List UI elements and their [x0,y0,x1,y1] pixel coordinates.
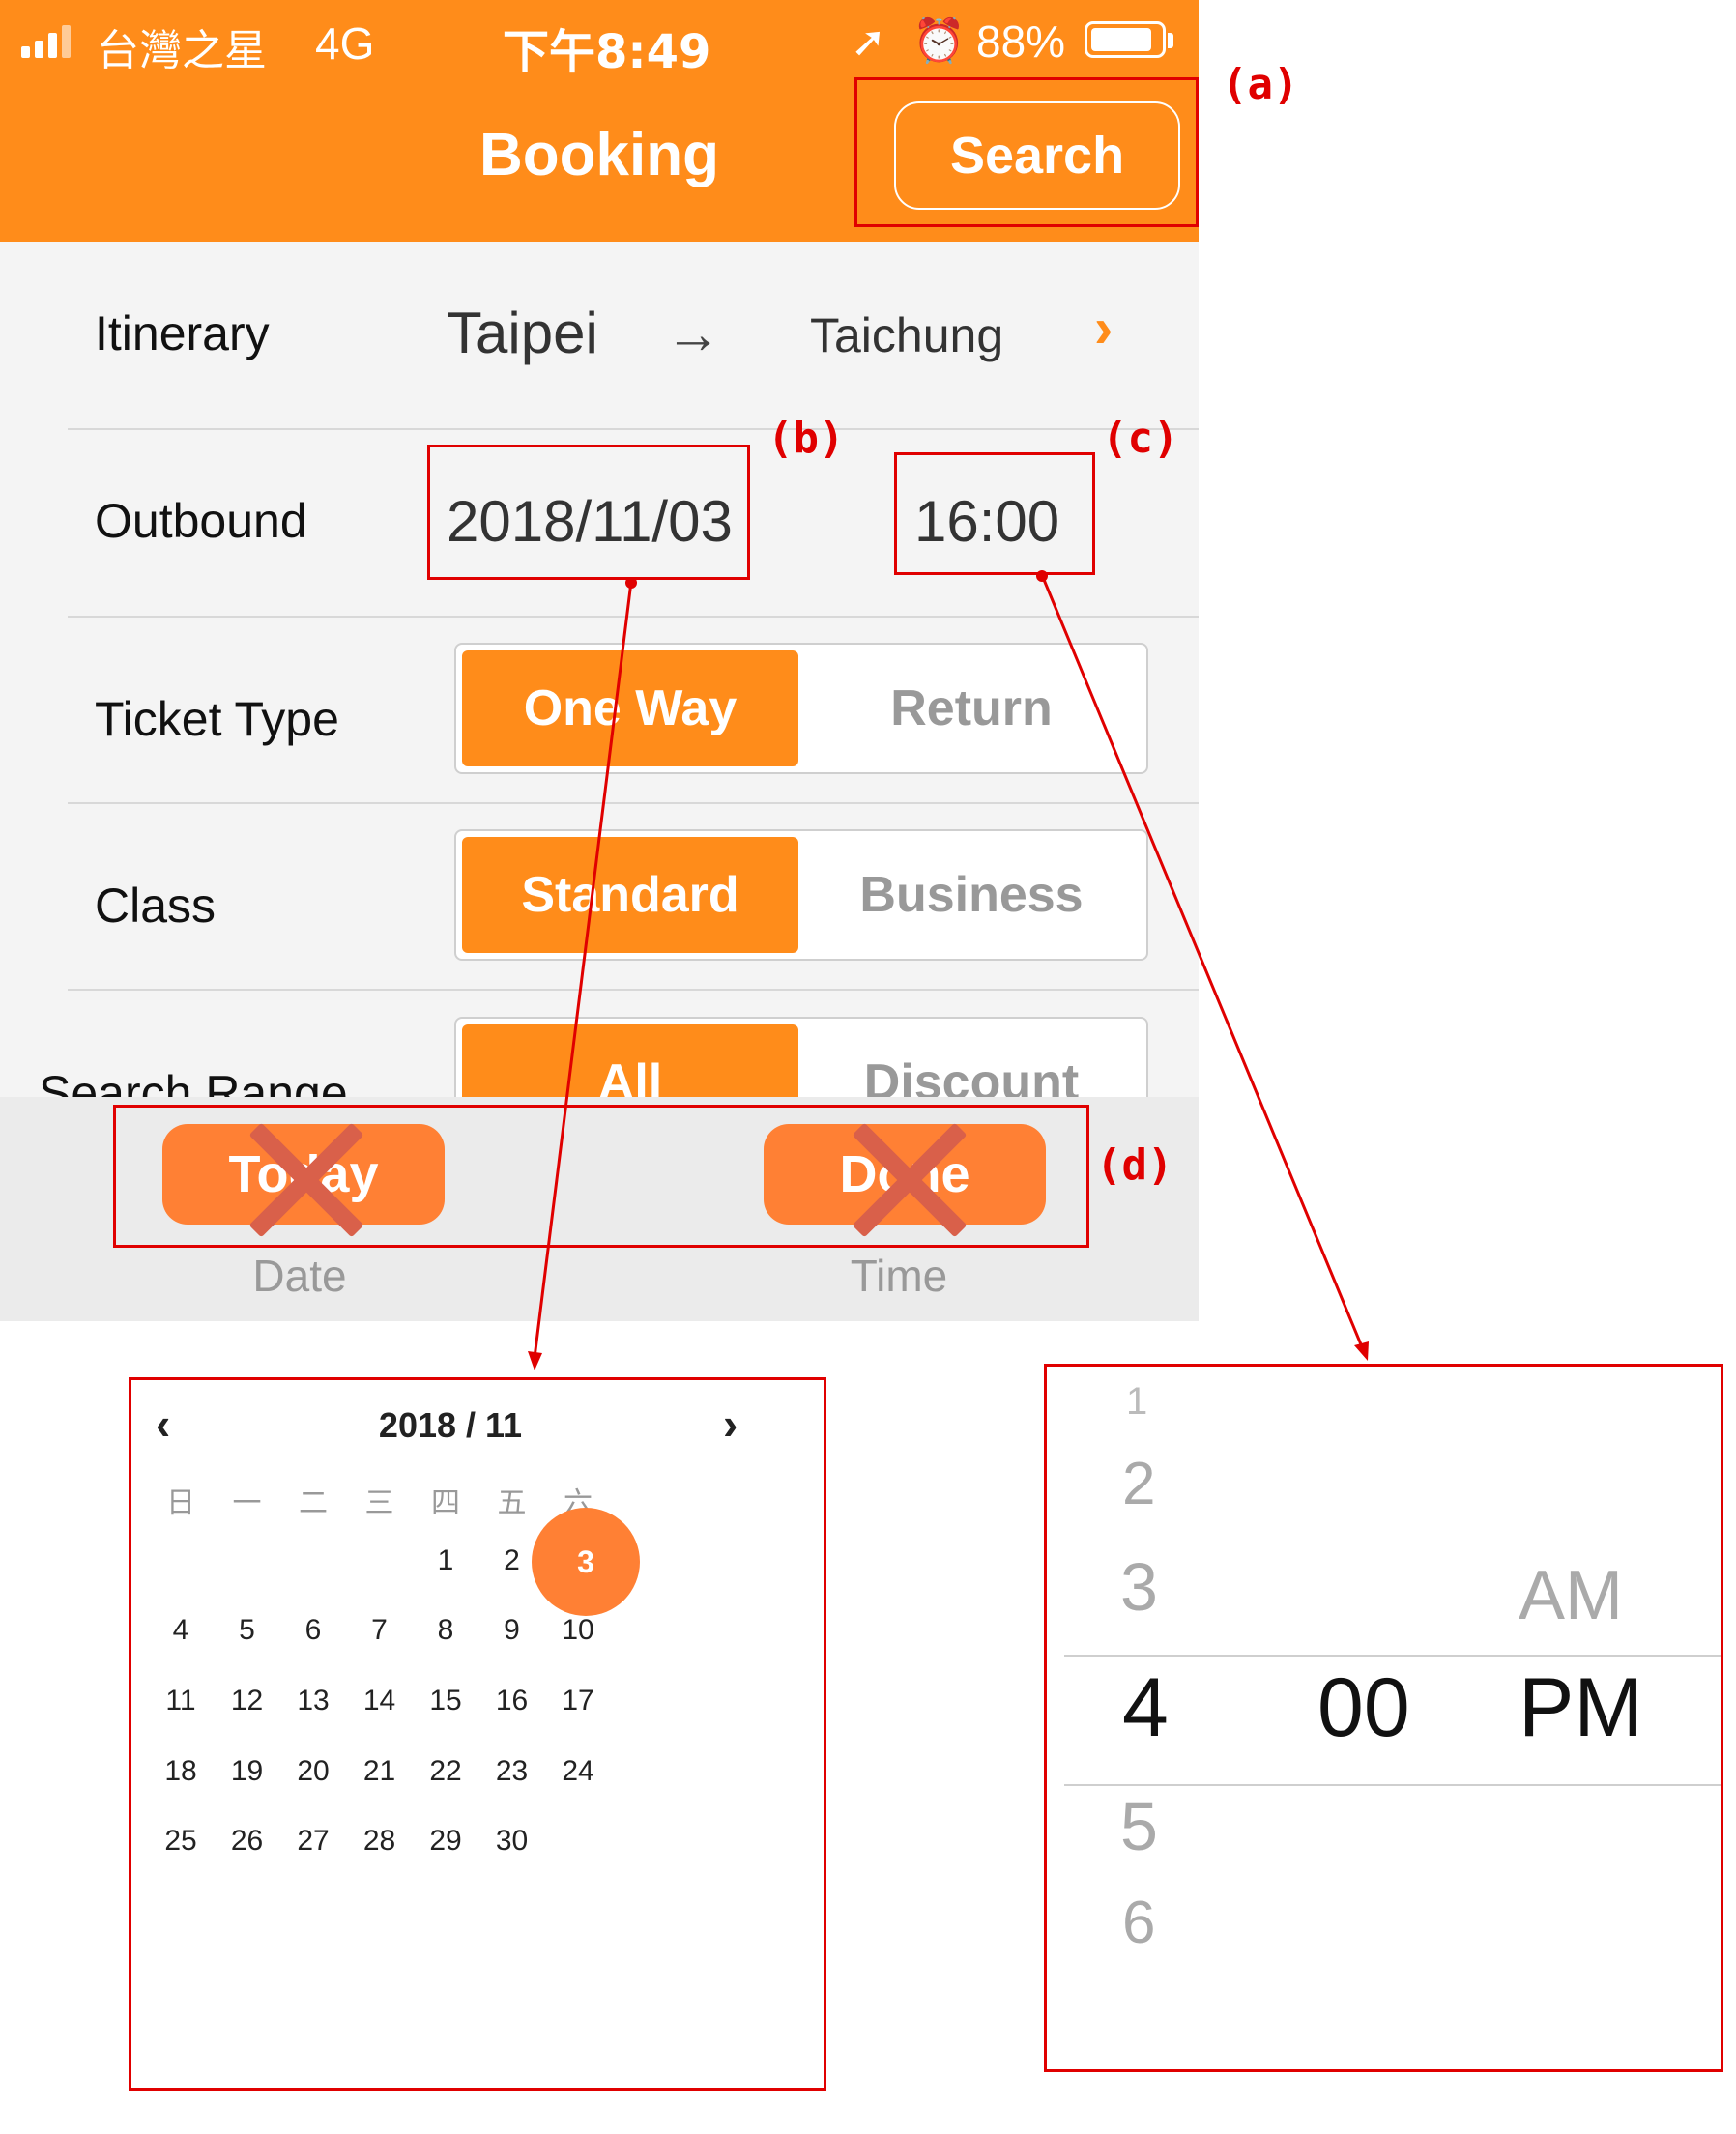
calendar-day[interactable]: 8 [412,1614,479,1647]
itinerary-from[interactable]: Taipei [447,300,598,366]
alarm-icon: ⏰ [912,17,966,65]
calendar-day[interactable]: 6 [279,1614,347,1647]
calendar-day[interactable]: 12 [214,1685,281,1717]
signal-icon [21,23,71,58]
annotation-label-d: (d) [1096,1140,1173,1190]
calendar-day[interactable]: 11 [147,1685,215,1717]
booking-form: Itinerary Taipei → Taichung › Outbound 2… [0,242,1199,1097]
calendar-grid: 日一二三四五六 1 2 3 4 5 6 7 8 9 10 11 12 13 14 15 16 17 18 19 20 21… [131,1380,829,2093]
calendar-day[interactable]: 22 [412,1755,479,1788]
time-ampm-selected[interactable]: PM [1519,1660,1643,1756]
calendar-day[interactable]: 25 [147,1825,215,1858]
calendar-day[interactable]: 15 [412,1685,479,1717]
time-hour-option[interactable]: 3 [1120,1548,1158,1626]
divider [68,989,1199,991]
time-tab-label[interactable]: Time [754,1250,1044,1302]
location-icon: ➚ [851,18,886,66]
time-picker: 1 2 3 AM 4 00 PM 5 6 [1044,1364,1723,2072]
battery-tip [1168,33,1173,48]
date-tab-label[interactable]: Date [155,1250,445,1302]
battery-percent: 88% [976,16,1066,67]
calendar-day[interactable]: 28 [346,1825,414,1858]
calendar-weekday-header: 二 [299,1486,328,1520]
calendar-day[interactable]: 18 [147,1755,215,1788]
search-range-segmented-control: All Discount [454,1017,1148,1097]
segment-discount[interactable]: Discount [802,1024,1141,1097]
calendar-day[interactable]: 13 [279,1685,347,1717]
divider [68,616,1199,618]
calendar-day[interactable]: 7 [346,1614,414,1647]
class-label: Class [95,879,217,933]
calendar-day[interactable]: 1 [412,1544,479,1577]
segment-all[interactable]: All [462,1024,798,1097]
calendar-day[interactable]: 30 [478,1825,546,1858]
annotation-box-b [427,445,750,580]
calendar-day[interactable]: 24 [544,1755,612,1788]
calendar-day[interactable]: 4 [147,1614,215,1647]
picker-selection-line [1064,1784,1721,1786]
calendar-weekday-header: 一 [232,1486,262,1520]
calendar-day[interactable]: 23 [478,1755,546,1788]
ticket-type-label: Ticket Type [95,692,339,746]
picker-selection-line [1064,1655,1721,1657]
segment-standard[interactable]: Standard [462,837,798,953]
time-hour-option[interactable]: 6 [1122,1889,1155,1957]
calendar-day[interactable]: 5 [214,1614,281,1647]
outbound-label: Outbound [95,494,307,548]
calendar-day[interactable]: 21 [346,1755,414,1788]
calendar-day-selected[interactable]: 3 [532,1508,640,1616]
battery-icon [1085,21,1166,58]
annotation-label-c: (c) [1102,414,1179,463]
segment-business[interactable]: Business [802,837,1141,953]
ticket-type-segmented-control: One Way Return [454,643,1148,774]
search-range-label: Search Range [39,1066,348,1097]
divider [68,428,1199,430]
clock: 下午8:49 [503,25,711,79]
calendar-day[interactable]: 27 [279,1825,347,1858]
class-segmented-control: Standard Business [454,829,1148,961]
calendar-day[interactable]: 20 [279,1755,347,1788]
calendar-day[interactable]: 16 [478,1685,546,1717]
calendar-day[interactable]: 19 [214,1755,281,1788]
time-minute-selected[interactable]: 00 [1317,1660,1410,1756]
calendar-day[interactable]: 26 [214,1825,281,1858]
annotation-box-a [854,77,1199,227]
calendar-weekday-header: 日 [166,1486,195,1520]
annotation-label-a: (a) [1222,60,1299,109]
calendar-day[interactable]: 17 [544,1685,612,1717]
chevron-right-icon[interactable]: › [1094,296,1113,360]
divider [68,802,1199,804]
calendar-day[interactable]: 14 [346,1685,414,1717]
itinerary-to[interactable]: Taichung [810,307,1003,363]
calendar-day[interactable]: 9 [478,1614,546,1647]
calendar-picker: ‹ 2018 / 11 › 日一二三四五六 1 2 3 4 5 6 7 8 9 10 11 12 13 14… [129,1377,826,2091]
annotation-box-d [113,1105,1089,1248]
segment-return[interactable]: Return [802,650,1141,766]
carrier-name: 台灣之星 [97,26,267,75]
time-hour-option[interactable]: 1 [1126,1380,1147,1424]
arrow-right-icon: → [665,303,721,365]
time-ampm-option[interactable]: AM [1519,1556,1623,1635]
calendar-day[interactable]: 10 [544,1614,612,1647]
calendar-weekday-header: 三 [364,1486,394,1520]
calendar-weekday-header: 四 [431,1486,460,1520]
time-hour-option[interactable]: 5 [1120,1788,1158,1865]
calendar-day[interactable]: 29 [412,1825,479,1858]
page-title: Booking [479,122,719,188]
network-type: 4G [315,18,375,69]
itinerary-label: Itinerary [95,306,270,360]
time-hour-option[interactable]: 2 [1122,1450,1155,1518]
time-hour-selected[interactable]: 4 [1122,1660,1169,1756]
annotation-label-b: (b) [767,414,845,463]
calendar-weekday-header: 五 [497,1486,527,1520]
status-bar: 台灣之星 4G 下午8:49 ➚ ⏰ 88% [0,0,1199,87]
segment-one-way[interactable]: One Way [462,650,798,766]
annotation-box-c [894,452,1095,575]
